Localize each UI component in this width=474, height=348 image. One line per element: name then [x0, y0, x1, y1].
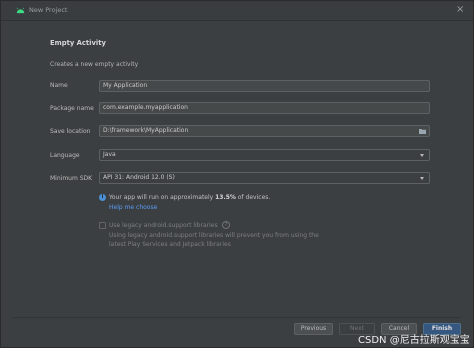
- device-coverage-text: Your app will run on approximately 13.5%…: [109, 194, 271, 201]
- new-project-window: New Project × Empty Activity Creates a n…: [0, 0, 474, 348]
- folder-icon[interactable]: [419, 128, 426, 134]
- legacy-support-label: Use legacy android.support libraries: [109, 222, 218, 229]
- minimum-sdk-label: Minimum SDK: [50, 175, 93, 182]
- name-label: Name: [50, 82, 68, 89]
- info-icon: i: [99, 194, 106, 201]
- window-title: New Project: [29, 6, 68, 14]
- help-icon[interactable]: ?: [222, 221, 230, 229]
- minimum-sdk-select[interactable]: API 31: Android 12.0 (S): [99, 172, 430, 184]
- minimum-sdk-value: API 31: Android 12.0 (S): [103, 174, 175, 181]
- language-value: Java: [103, 151, 116, 158]
- help-me-choose-link[interactable]: Help me choose: [109, 204, 157, 211]
- chevron-down-icon: [420, 154, 424, 157]
- package-name-field[interactable]: com.example.myapplication: [99, 102, 430, 114]
- legacy-support-description: Using legacy android.support libraries w…: [109, 232, 319, 248]
- title-bar: New Project ×: [1, 1, 473, 21]
- name-field[interactable]: My Application: [99, 80, 430, 92]
- watermark: CSDN @尼古拉斯观宝宝: [358, 335, 470, 346]
- android-icon: [16, 7, 25, 14]
- save-location-label: Save location: [50, 128, 91, 135]
- package-name-label: Package name: [50, 105, 94, 112]
- save-location-value: D:\framework\MyApplication: [103, 127, 189, 134]
- page-heading: Empty Activity: [50, 39, 106, 47]
- language-label: Language: [50, 152, 80, 159]
- coverage-percent: 13.5%: [215, 194, 236, 201]
- close-icon[interactable]: ×: [456, 4, 464, 15]
- chevron-down-icon: [420, 177, 424, 180]
- page-subheading: Creates a new empty activity: [50, 61, 139, 68]
- save-location-field[interactable]: D:\framework\MyApplication: [99, 125, 430, 137]
- language-select[interactable]: Java: [99, 149, 430, 161]
- footer-divider: [13, 317, 461, 318]
- legacy-support-checkbox[interactable]: [99, 222, 106, 229]
- previous-button[interactable]: Previous: [294, 323, 333, 335]
